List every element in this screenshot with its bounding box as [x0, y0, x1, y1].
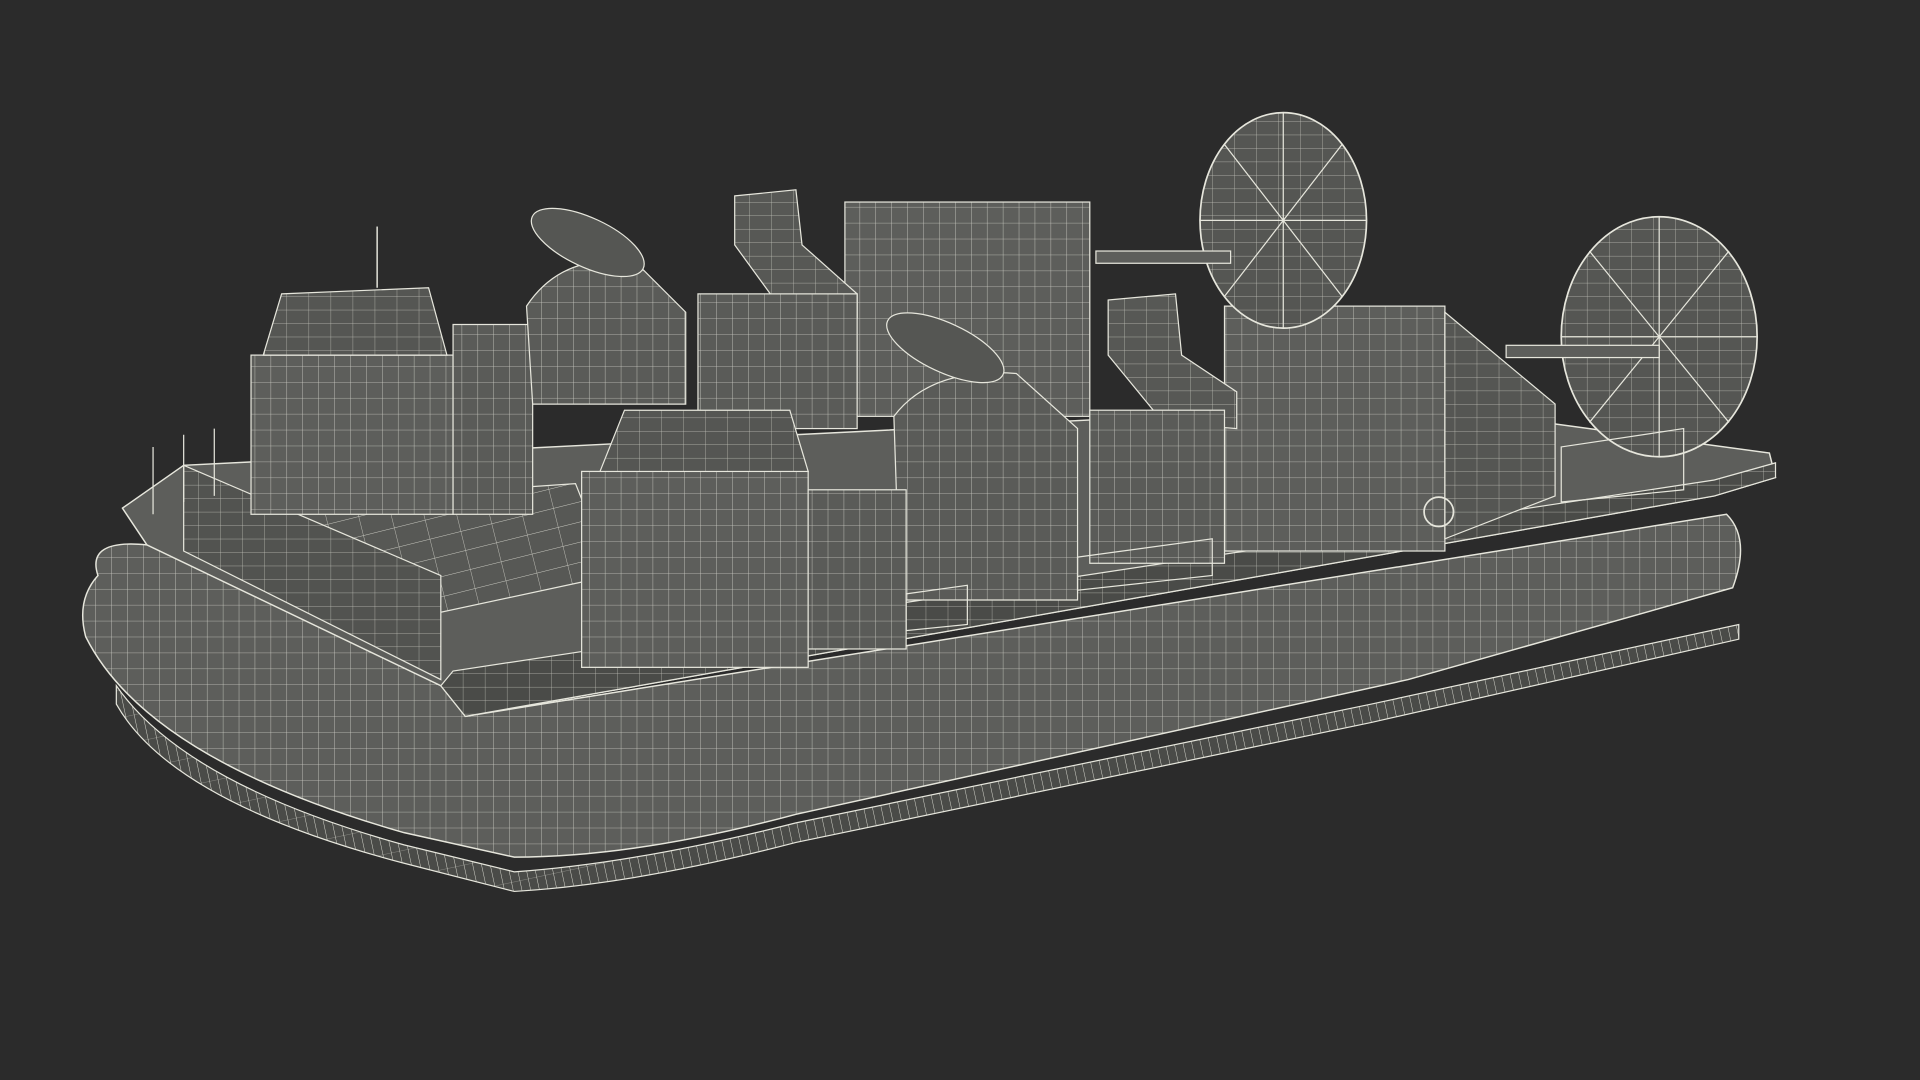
port-cab [250, 226, 534, 515]
starboard-machinery-block [1089, 293, 1556, 564]
render-viewport [0, 0, 1920, 1080]
hovercraft-model [81, 111, 1777, 893]
port-engine-duct [525, 207, 687, 405]
port-propeller-duct [1095, 111, 1368, 330]
